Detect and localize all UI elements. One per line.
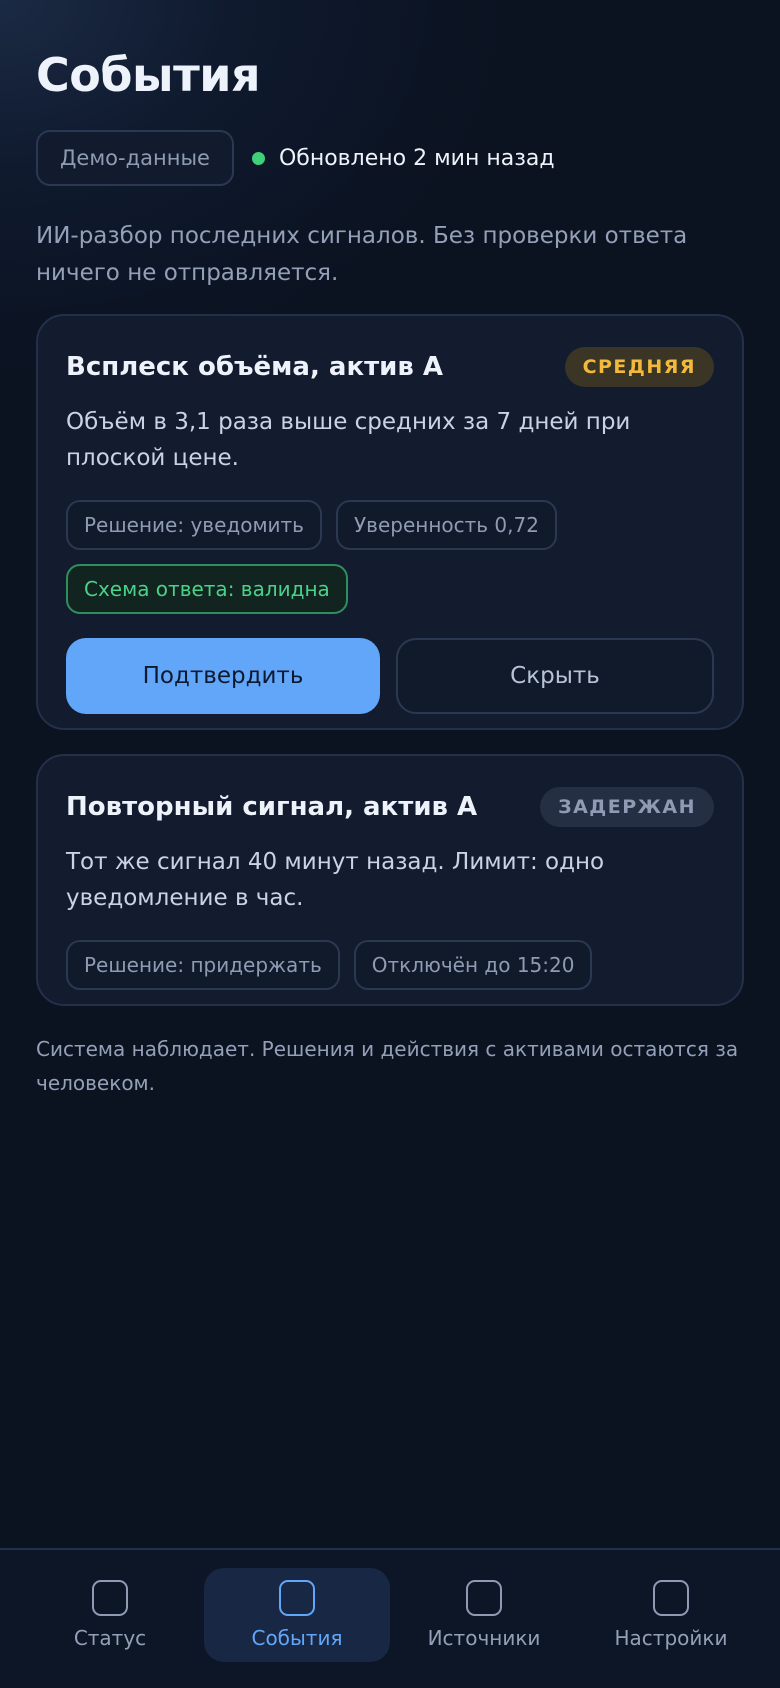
- status-icon: [92, 1580, 128, 1616]
- footnote: Система наблюдает. Решения и действия с …: [36, 1037, 739, 1095]
- events-icon: [279, 1580, 315, 1616]
- status-row: Демо-данные Обновлено 2 мин назад: [36, 130, 555, 186]
- event-card: Повторный сигнал, актив А ЗАДЕРЖАН Тот ж…: [36, 754, 744, 1006]
- nav-label: Источники: [427, 1626, 541, 1650]
- event-title: Всплеск объёма, актив А: [66, 352, 443, 382]
- status-badge: ЗАДЕРЖАН: [540, 787, 714, 827]
- event-card-header: Всплеск объёма, актив А СРЕДНЯЯ: [66, 346, 714, 388]
- event-card-header: Повторный сигнал, актив А ЗАДЕРЖАН: [66, 786, 714, 828]
- sources-icon: [466, 1580, 502, 1616]
- event-chips: Решение: уведомить Уверенность 0,72 Схем…: [66, 500, 714, 614]
- confidence-chip: Уверенность 0,72: [335, 500, 557, 550]
- event-card: Всплеск объёма, актив А СРЕДНЯЯ Объём в …: [36, 314, 744, 730]
- decision-chip: Решение: уведомить: [66, 500, 322, 550]
- page-title: События: [36, 48, 261, 102]
- page-description: ИИ-разбор последних сигналов. Без провер…: [36, 223, 688, 286]
- severity-badge: СРЕДНЯЯ: [564, 347, 714, 387]
- demo-data-badge: Демо-данные: [36, 130, 234, 186]
- schema-valid-chip: Схема ответа: валидна: [66, 564, 348, 614]
- updated-text: Обновлено 2 мин назад: [278, 145, 555, 171]
- decision-chip: Решение: придержать: [66, 940, 340, 990]
- nav-item-settings[interactable]: Настройки: [578, 1568, 764, 1662]
- nav-label: Статус: [73, 1626, 147, 1650]
- nav-item-events[interactable]: События: [204, 1568, 390, 1662]
- nav-label: События: [251, 1626, 343, 1650]
- events-screen: События Демо-данные Обновлено 2 мин наза…: [0, 0, 780, 1548]
- muted-until-chip: Отключён до 15:20: [353, 940, 593, 990]
- event-chips: Решение: придержать Отключён до 15:20: [66, 940, 714, 990]
- event-text: Объём в 3,1 раза выше средних за 7 дней …: [66, 409, 631, 471]
- confirm-button[interactable]: Подтвердить: [66, 638, 380, 714]
- hide-button[interactable]: Скрыть: [396, 638, 714, 714]
- nav-label: Настройки: [614, 1626, 728, 1650]
- nav-item-sources[interactable]: Источники: [391, 1568, 577, 1662]
- settings-icon: [653, 1580, 689, 1616]
- bottom-navigation: Статус События Источники Настройки: [0, 1548, 780, 1688]
- status-dot-icon: [251, 151, 265, 165]
- event-text: Тот же сигнал 40 минут назад. Лимит: одн…: [66, 849, 605, 911]
- event-actions: Подтвердить Скрыть: [66, 638, 714, 714]
- nav-item-status[interactable]: Статус: [17, 1568, 203, 1662]
- event-title: Повторный сигнал, актив А: [66, 792, 478, 822]
